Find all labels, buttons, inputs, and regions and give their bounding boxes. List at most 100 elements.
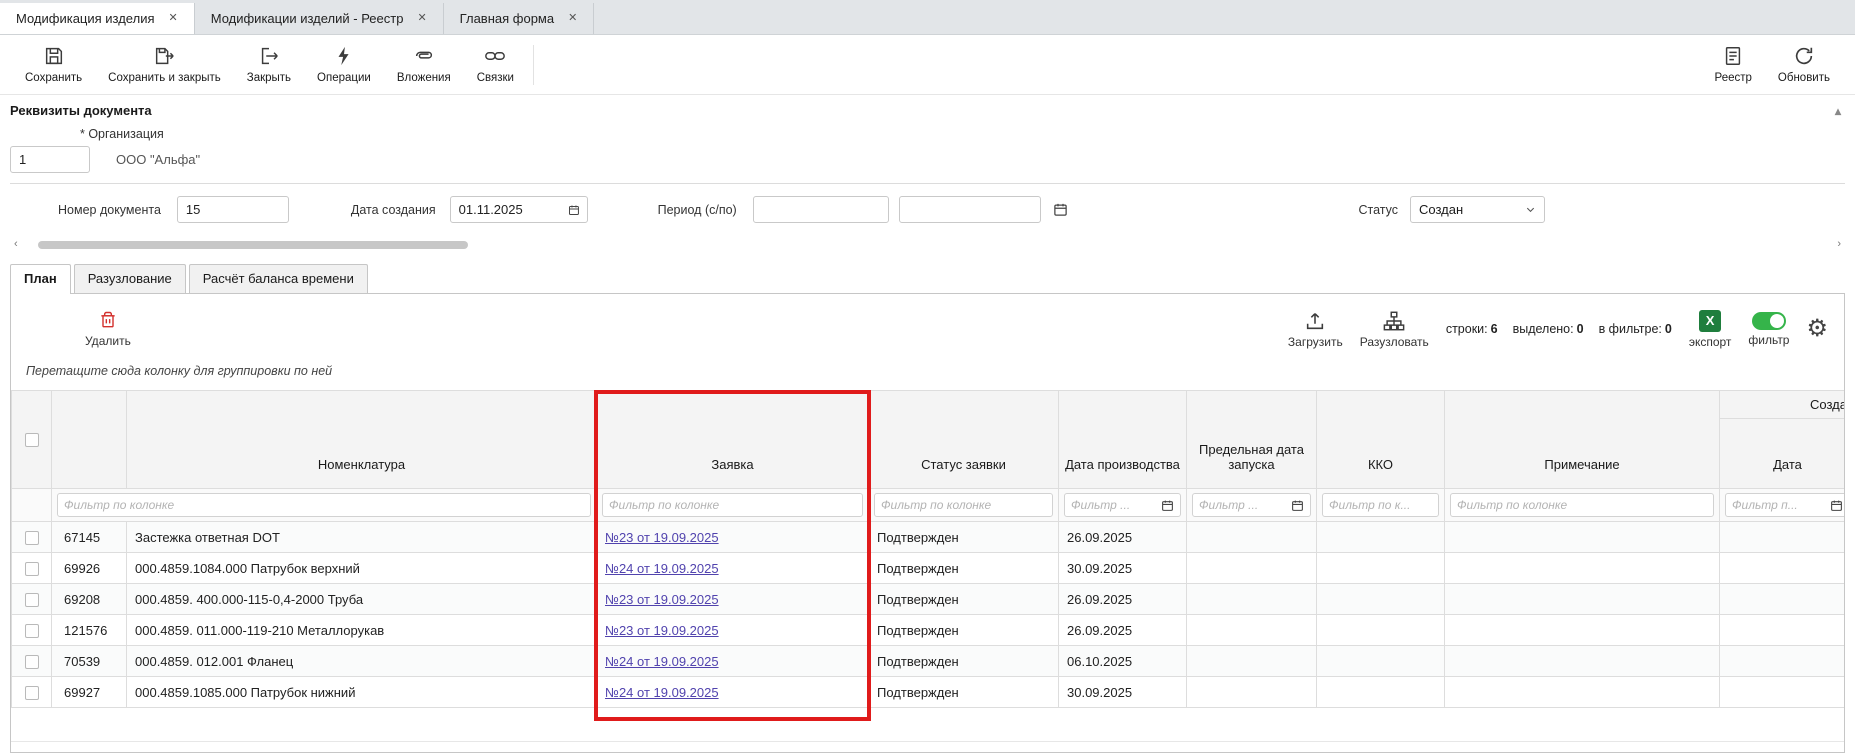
close-icon[interactable]: ✕: [568, 13, 577, 24]
created-date-label: Дата создания: [351, 203, 436, 217]
save-and-close-button[interactable]: Сохранить и закрыть: [95, 35, 234, 94]
select-all-cell: [12, 391, 52, 489]
calendar-icon[interactable]: [1161, 499, 1174, 512]
col-header-created-date[interactable]: Дата: [1720, 419, 1846, 489]
cell-request-status: Подтвержден: [869, 522, 1059, 553]
refresh-button[interactable]: Обновить: [1765, 45, 1843, 84]
filter-created-date-input[interactable]: [1732, 498, 1825, 512]
window-tab-registry[interactable]: Модификации изделий - Реестр ✕: [195, 3, 444, 34]
created-date-input[interactable]: [459, 202, 562, 217]
save-icon: [43, 45, 65, 67]
cell-nomenclature: Застежка ответная DOT: [127, 522, 597, 553]
organization-id-field[interactable]: [10, 146, 90, 173]
application-window: Модификация изделия ✕ Модификации издели…: [0, 0, 1855, 753]
cell-request-status: Подтвержден: [869, 553, 1059, 584]
collapse-arrow-icon[interactable]: ▴: [1835, 104, 1841, 118]
save-button[interactable]: Сохранить: [12, 35, 95, 94]
col-header-request[interactable]: Заявка: [597, 391, 869, 489]
operations-button[interactable]: Операции: [304, 35, 384, 94]
attachments-button[interactable]: Вложения: [384, 35, 464, 94]
scrollbar-thumb[interactable]: [38, 241, 468, 249]
request-link[interactable]: №23 от 19.09.2025: [605, 592, 719, 607]
filter-request-status-input[interactable]: [881, 498, 1046, 512]
row-checkbox[interactable]: [25, 686, 39, 700]
horizontal-scrollbar[interactable]: ‹ ›: [10, 237, 1845, 252]
grid-toolbar: Удалить Загрузить Разузловать строки:6: [11, 294, 1844, 364]
upload-icon: [1304, 310, 1326, 332]
status-value: Создан: [1419, 202, 1463, 217]
window-tab-label: Модификации изделий - Реестр: [211, 11, 404, 26]
tab-plan[interactable]: План: [10, 264, 71, 294]
select-all-checkbox[interactable]: [25, 433, 39, 447]
plan-panel: Удалить Загрузить Разузловать строки:6: [10, 293, 1845, 753]
created-date-field[interactable]: [450, 196, 588, 223]
period-label: Период (с/по): [658, 203, 737, 217]
row-checkbox[interactable]: [25, 624, 39, 638]
request-link[interactable]: №24 от 19.09.2025: [605, 654, 719, 669]
col-header-request-status[interactable]: Статус заявки: [869, 391, 1059, 489]
table-row[interactable]: 69927 000.4859.1085.000 Патрубок нижний …: [12, 677, 1846, 708]
col-header-id[interactable]: [52, 391, 127, 489]
filter-kko-input[interactable]: [1329, 498, 1432, 512]
load-button[interactable]: Загрузить: [1288, 310, 1343, 349]
row-checkbox[interactable]: [25, 593, 39, 607]
col-header-production-date[interactable]: Дата производства: [1059, 391, 1187, 489]
doc-number-field[interactable]: [177, 196, 289, 223]
row-checkbox[interactable]: [25, 562, 39, 576]
status-select[interactable]: Создан: [1410, 196, 1545, 223]
col-header-deadline[interactable]: Предельная дата запуска: [1187, 391, 1317, 489]
tab-explosion[interactable]: Разузлование: [74, 264, 186, 293]
explode-button[interactable]: Разузловать: [1360, 310, 1429, 349]
cell-production-date: 26.09.2025: [1059, 615, 1187, 646]
cell-request-status: Подтвержден: [869, 677, 1059, 708]
window-tab-modification[interactable]: Модификация изделия ✕: [0, 3, 195, 34]
request-link[interactable]: №24 от 19.09.2025: [605, 685, 719, 700]
request-link[interactable]: №23 от 19.09.2025: [605, 623, 719, 638]
cell-production-date: 26.09.2025: [1059, 584, 1187, 615]
calendar-icon[interactable]: [568, 203, 580, 217]
table-row[interactable]: 67145 Застежка ответная DOT №23 от 19.09…: [12, 522, 1846, 553]
main-toolbar: Сохранить Сохранить и закрыть Закрыть Оп…: [0, 35, 1855, 95]
filter-nomenclature-input[interactable]: [64, 498, 584, 512]
request-link[interactable]: №23 от 19.09.2025: [605, 530, 719, 545]
period-to-field[interactable]: [899, 196, 1041, 223]
scroll-left-icon[interactable]: ‹: [14, 238, 18, 250]
filter-production-date-input[interactable]: [1071, 498, 1156, 512]
window-tab-main-form[interactable]: Главная форма ✕: [444, 3, 595, 34]
cell-production-date: 26.09.2025: [1059, 522, 1187, 553]
gear-icon[interactable]: ⚙: [1806, 317, 1828, 341]
close-icon[interactable]: ✕: [169, 13, 178, 24]
table-row[interactable]: 69208 000.4859. 400.000-115-0,4-2000 Тру…: [12, 584, 1846, 615]
filter-deadline-input[interactable]: [1199, 498, 1286, 512]
close-button[interactable]: Закрыть: [234, 35, 304, 94]
col-group-created[interactable]: Созда: [1720, 391, 1846, 419]
scroll-right-icon[interactable]: ›: [1837, 238, 1841, 250]
table-row[interactable]: 121576 000.4859. 011.000-119-210 Металло…: [12, 615, 1846, 646]
registry-button[interactable]: Реестр: [1702, 45, 1765, 84]
table-row[interactable]: 70539 000.4859. 012.001 Фланец №24 от 19…: [12, 646, 1846, 677]
export-button[interactable]: X экспорт: [1689, 310, 1732, 349]
filter-note-input[interactable]: [1457, 498, 1707, 512]
calendar-icon[interactable]: [1053, 202, 1068, 217]
filter-toggle[interactable]: фильтр: [1748, 312, 1789, 347]
delete-button[interactable]: Удалить: [85, 310, 131, 348]
row-checkbox[interactable]: [25, 655, 39, 669]
group-by-hint[interactable]: Перетащите сюда колонку для группировки …: [11, 364, 1844, 390]
request-link[interactable]: №24 от 19.09.2025: [605, 561, 719, 576]
links-button[interactable]: Связки: [464, 35, 527, 94]
close-icon[interactable]: ✕: [417, 13, 426, 24]
cell-request-status: Подтвержден: [869, 584, 1059, 615]
filter-request-input[interactable]: [609, 498, 856, 512]
col-header-kko[interactable]: ККО: [1317, 391, 1445, 489]
section-header-requisites: Реквизиты документа ▴: [0, 95, 1855, 122]
table-row[interactable]: 69926 000.4859.1084.000 Патрубок верхний…: [12, 553, 1846, 584]
col-header-note[interactable]: Примечание: [1445, 391, 1720, 489]
period-from-field[interactable]: [753, 196, 889, 223]
calendar-icon[interactable]: [1291, 499, 1304, 512]
toggle-on-icon[interactable]: [1752, 312, 1786, 330]
tab-time-balance[interactable]: Расчёт баланса времени: [189, 264, 368, 293]
col-header-nomenclature[interactable]: Номенклатура: [127, 391, 597, 489]
row-checkbox[interactable]: [25, 531, 39, 545]
cell-production-date: 30.09.2025: [1059, 677, 1187, 708]
calendar-icon[interactable]: [1830, 499, 1843, 512]
